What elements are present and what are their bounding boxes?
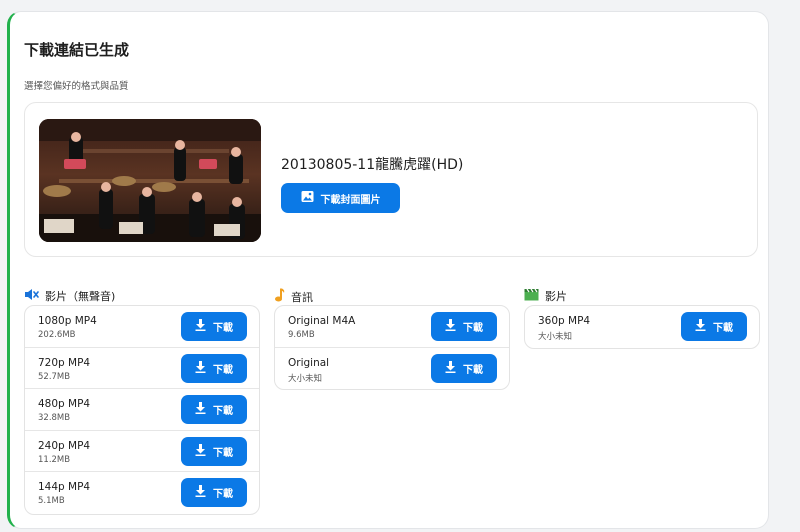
download-button[interactable]: 下載 bbox=[181, 436, 247, 466]
clapperboard-icon bbox=[524, 288, 539, 304]
download-icon bbox=[445, 360, 456, 376]
format-name: 240p MP4 bbox=[38, 439, 91, 452]
download-label: 下載 bbox=[213, 406, 233, 418]
music-note-icon bbox=[274, 288, 285, 305]
file-size: 大小未知 bbox=[538, 332, 573, 342]
column-heading-label: 音訊 bbox=[291, 290, 313, 304]
list-item: 240p MP4 11.2MB 下載 bbox=[25, 431, 259, 473]
format-name: Original M4A bbox=[288, 315, 356, 327]
file-size: 大小未知 bbox=[288, 373, 323, 384]
video-no-audio-list: 1080p MP4 202.6MB 下載 720p MP4 52.7MB 下載 … bbox=[24, 305, 260, 515]
muted-speaker-icon bbox=[24, 288, 39, 304]
download-button[interactable]: 下載 bbox=[431, 353, 497, 383]
format-name: 480p MP4 bbox=[38, 398, 91, 411]
download-button[interactable]: 下載 bbox=[181, 478, 247, 508]
download-label: 下載 bbox=[213, 323, 233, 334]
column-heading-video-no-audio: 影片（無聲音) bbox=[24, 288, 115, 304]
format-name: 720p MP4 bbox=[38, 356, 91, 369]
download-label: 下載 bbox=[213, 489, 233, 501]
download-icon bbox=[195, 319, 206, 334]
video-title: 20130805-11龍騰虎躍(HD) bbox=[281, 157, 464, 173]
page-subtitle: 選擇您偏好的格式與品質 bbox=[24, 81, 129, 92]
list-item: Original 大小未知 下載 bbox=[275, 348, 509, 390]
download-button[interactable]: 下載 bbox=[181, 395, 247, 425]
video-info-box: 20130805-11龍騰虎躍(HD) 下載封面圖片 bbox=[24, 102, 758, 257]
format-name: 360p MP4 bbox=[538, 315, 591, 327]
image-icon bbox=[301, 190, 314, 206]
list-item: Original M4A 9.6MB 下載 bbox=[275, 306, 509, 348]
download-label: 下載 bbox=[463, 364, 483, 376]
list-item: 480p MP4 32.8MB 下載 bbox=[25, 389, 259, 431]
video-list: 360p MP4 大小未知 下載 bbox=[524, 305, 760, 349]
list-item: 720p MP4 52.7MB 下載 bbox=[25, 348, 259, 390]
download-cover-label: 下載封面圖片 bbox=[320, 194, 381, 206]
download-icon bbox=[195, 443, 206, 459]
format-name: 144p MP4 bbox=[38, 481, 91, 494]
download-icon bbox=[195, 360, 206, 376]
file-size: 202.6MB bbox=[38, 330, 76, 340]
download-icon bbox=[195, 485, 206, 500]
download-label: 下載 bbox=[463, 323, 483, 334]
download-icon bbox=[195, 402, 206, 417]
download-label: 下載 bbox=[213, 447, 233, 459]
download-cover-button[interactable]: 下載封面圖片 bbox=[281, 183, 400, 213]
column-heading-label: 影片 bbox=[545, 290, 567, 303]
format-name: 1080p MP4 bbox=[38, 315, 97, 327]
download-button[interactable]: 下載 bbox=[431, 312, 497, 341]
column-heading-label: 影片（無聲音) bbox=[45, 290, 116, 303]
file-size: 11.2MB bbox=[38, 454, 71, 465]
column-heading-audio: 音訊 bbox=[274, 288, 313, 305]
download-button[interactable]: 下載 bbox=[681, 312, 747, 341]
download-label: 下載 bbox=[213, 364, 233, 376]
download-icon bbox=[445, 319, 456, 334]
download-icon bbox=[695, 319, 706, 334]
download-button[interactable]: 下載 bbox=[181, 353, 247, 383]
list-item: 144p MP4 5.1MB 下載 bbox=[25, 472, 259, 514]
list-item: 1080p MP4 202.6MB 下載 bbox=[25, 306, 259, 348]
audio-list: Original M4A 9.6MB 下載 Original 大小未知 下載 bbox=[274, 305, 510, 391]
file-size: 9.6MB bbox=[288, 330, 315, 340]
column-heading-video: 影片 bbox=[524, 288, 567, 304]
list-item: 360p MP4 大小未知 下載 bbox=[525, 306, 759, 348]
file-size: 32.8MB bbox=[38, 413, 71, 424]
download-label: 下載 bbox=[713, 323, 733, 334]
result-card: 下載連結已生成 選擇您偏好的格式與品質 20130805-11龍騰虎躍(HD) … bbox=[7, 11, 769, 529]
format-name: Original bbox=[288, 356, 330, 369]
file-size: 5.1MB bbox=[38, 496, 65, 507]
download-button[interactable]: 下載 bbox=[181, 312, 247, 341]
video-thumbnail bbox=[39, 119, 261, 242]
file-size: 52.7MB bbox=[38, 371, 71, 382]
page-title: 下載連結已生成 bbox=[24, 41, 130, 59]
